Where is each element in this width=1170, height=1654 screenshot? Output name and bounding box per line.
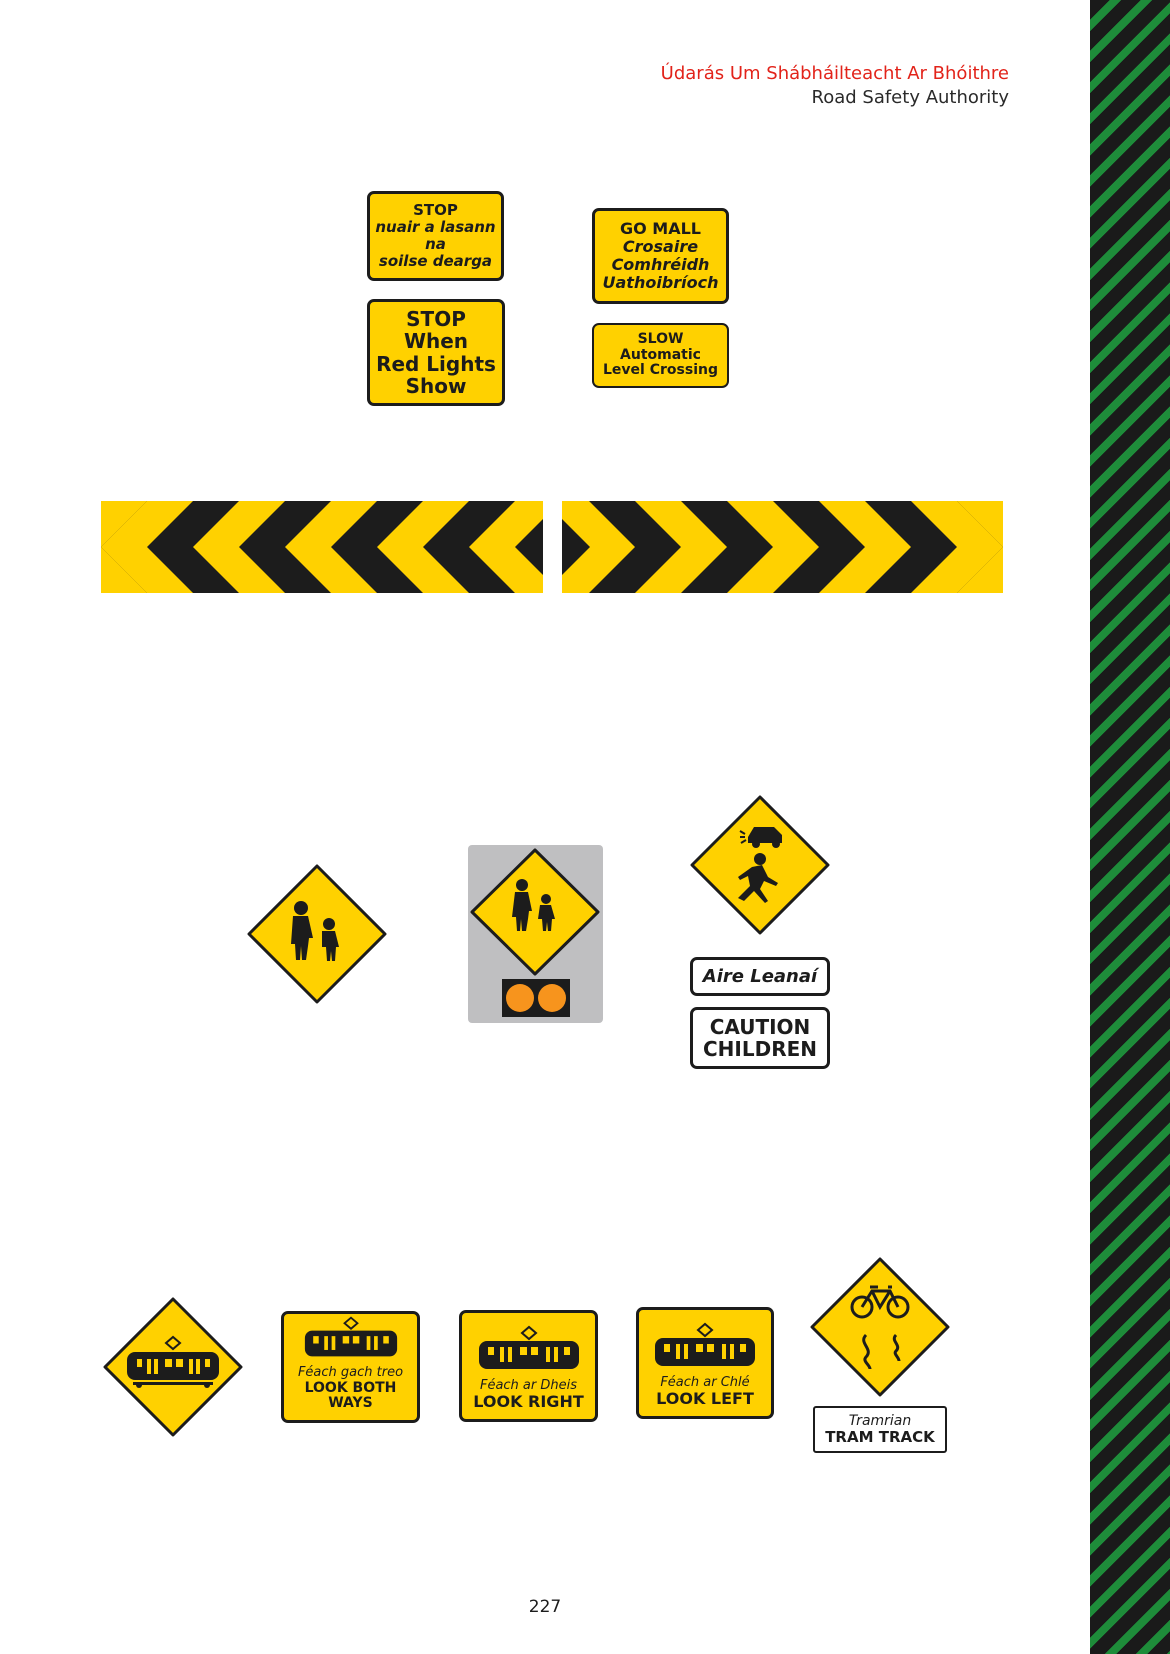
school-warning-lights-icon [468, 845, 603, 1023]
sign-stop-irish: STOP nuair a lasann na soilse dearga [367, 191, 504, 281]
sign-text: LOOK LEFT [656, 1389, 754, 1409]
sign-look-left: Féach ar Chlé LOOK LEFT [636, 1307, 774, 1419]
school-children-icon [247, 864, 387, 1004]
child-car-icon [690, 795, 830, 935]
sign-text: TRAM TRACK [825, 1427, 935, 1446]
sign-text: soilse dearga [378, 251, 493, 270]
sign-text: Show [405, 373, 467, 398]
sign-text: When [403, 329, 469, 354]
sign-look-both-ways: Féach gach treo LOOK BOTH WAYS [281, 1311, 420, 1423]
header-title-english: Road Safety Authority [811, 87, 1010, 108]
tram-icon [478, 1325, 579, 1369]
sign-text: nuair a lasann [375, 218, 496, 237]
page-number: 227 [528, 1597, 562, 1617]
sign-text: Crosaire [622, 237, 699, 257]
sign-stop-english: STOP When Red Lights Show [367, 299, 505, 406]
sign-text: SLOW [637, 330, 684, 347]
decorative-stripe-bar [1090, 0, 1170, 1654]
sign-caution-children: CAUTION CHILDREN [690, 1007, 830, 1069]
chevron-right-board [562, 501, 1003, 593]
chevron-left-board [101, 501, 543, 593]
tram-icon [655, 1322, 755, 1366]
sign-text: Automatic [620, 346, 701, 363]
sign-tram-track: Tramrian TRAM TRACK [813, 1406, 947, 1453]
tram-icon [304, 1316, 397, 1357]
sign-text: STOP [406, 306, 466, 331]
sign-aire-leanai: Aire Leanaí [690, 957, 830, 996]
sign-slow-level-crossing: SLOW Automatic Level Crossing [592, 323, 729, 388]
sign-text: Tramrian [848, 1412, 912, 1429]
header-title-irish: Údarás Um Shábháilteacht Ar Bhóithre [660, 63, 1009, 84]
sign-text: CAUTION [709, 1015, 811, 1039]
sign-text: LOOK RIGHT [473, 1392, 584, 1412]
sign-text: Uathoibríoch [602, 272, 719, 292]
sign-text: LOOK BOTH WAYS [304, 1379, 397, 1412]
sign-go-mall: GO MALL Crosaire Comhréidh Uathoibríoch [592, 208, 729, 304]
bicycle-slip-icon [810, 1257, 950, 1397]
sign-text: Level Crossing [603, 362, 718, 379]
tram-icon [103, 1297, 243, 1437]
sign-text: STOP [413, 201, 458, 220]
sign-look-right: Féach ar Dheis LOOK RIGHT [459, 1310, 598, 1422]
sign-text: na [425, 235, 446, 253]
sign-text: Féach ar Dheis [479, 1377, 578, 1393]
sign-text: Red Lights [376, 351, 496, 376]
sign-text: Féach ar Chlé [660, 1374, 750, 1390]
sign-text: Féach gach treo [297, 1365, 404, 1381]
sign-text: Aire Leanaí [702, 965, 818, 987]
sign-text: GO MALL [620, 219, 701, 239]
sign-text: CHILDREN [702, 1037, 817, 1061]
sign-text: Comhréidh [611, 255, 710, 274]
